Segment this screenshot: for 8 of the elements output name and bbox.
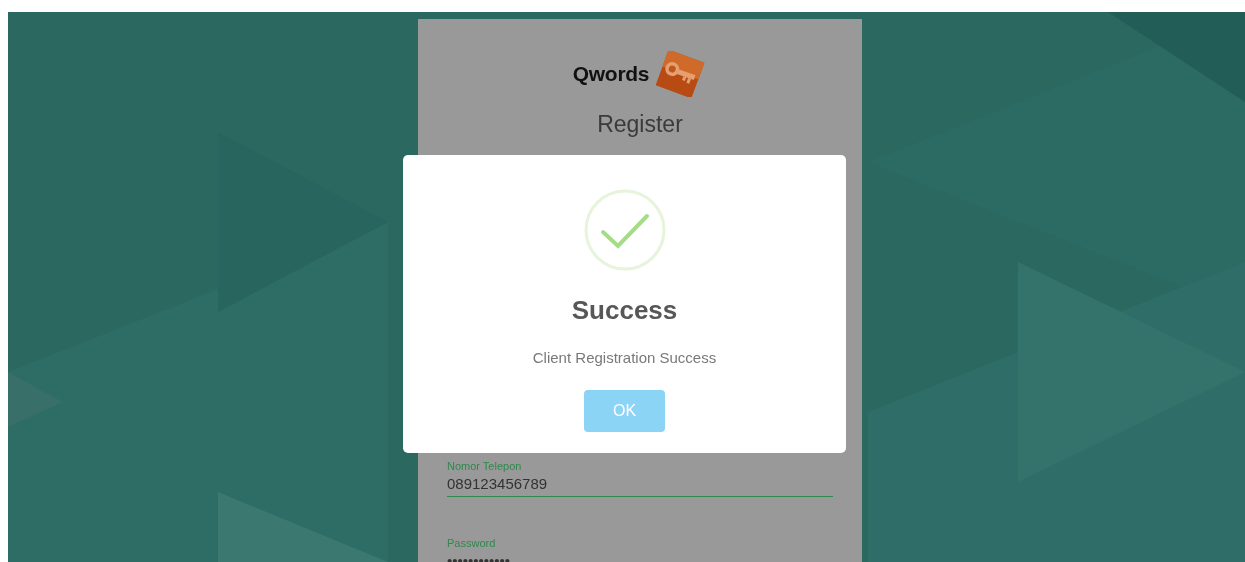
dialog-title: Success (571, 295, 678, 326)
field-label: Password (447, 537, 497, 549)
page-title: Register (596, 111, 684, 138)
dialog-message: Client Registration Success (532, 349, 717, 366)
field-label: Nomor Telepon (447, 460, 523, 472)
logo-text: Qwords (572, 62, 650, 86)
checkmark-icon (583, 189, 666, 271)
input-field[interactable]: Nomor Telepon 089123456789 (447, 460, 833, 497)
